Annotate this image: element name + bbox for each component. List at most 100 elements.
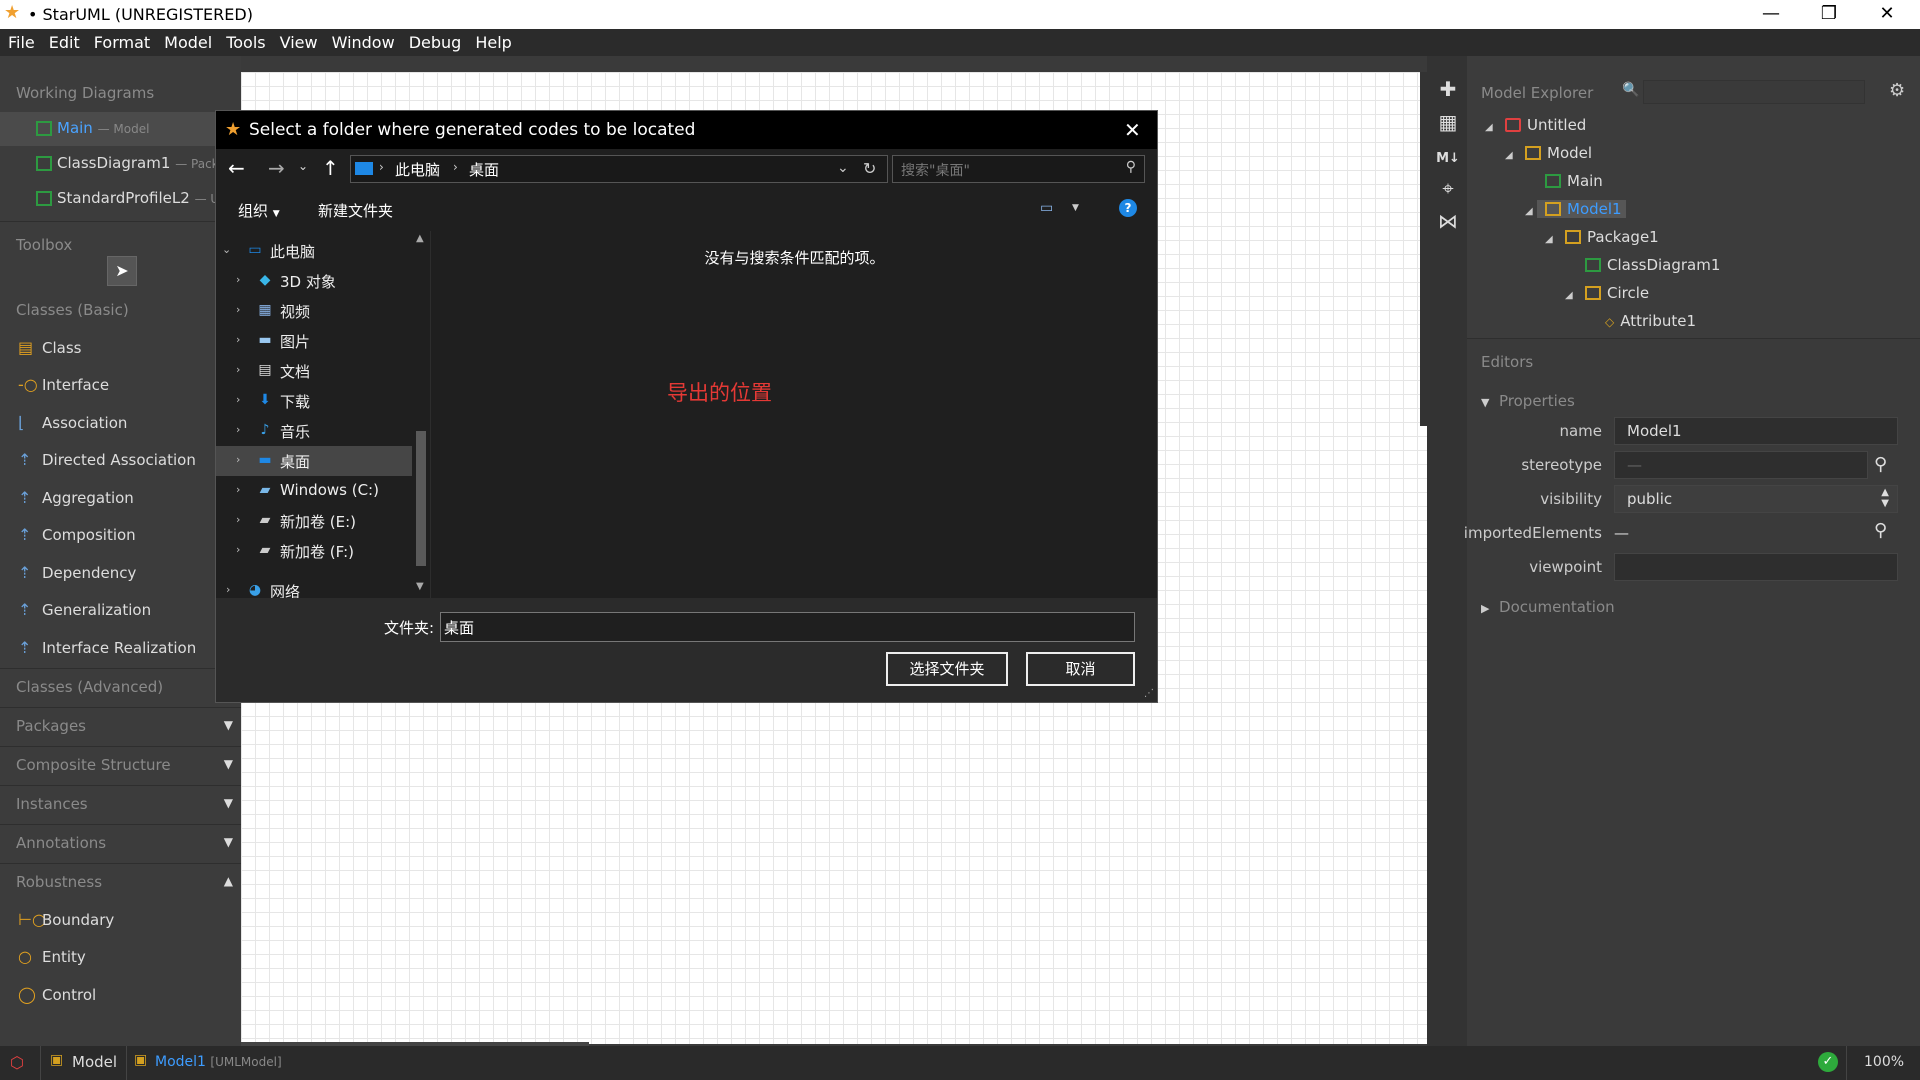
tree-item-circle[interactable]: ◢ Circle [1565, 284, 1649, 308]
nav-item-music[interactable]: › ♪ 音乐 [216, 416, 412, 446]
select-tool-button[interactable]: ➤ [107, 256, 137, 286]
navigation-scrollbar[interactable]: ▲ ▼ [412, 231, 430, 598]
tool-control[interactable]: ◯ Control [0, 977, 241, 1013]
breadcrumb-desktop[interactable]: 桌面 [469, 159, 499, 180]
nav-item-drive-f[interactable]: › ▰ 新加卷 (F:) [216, 536, 412, 566]
menu-tools[interactable]: Tools [220, 29, 271, 56]
tree-item-model[interactable]: ◢ Model [1505, 144, 1592, 168]
folder-content-pane[interactable]: 没有与搜索条件匹配的项。 导出的位置 [430, 231, 1157, 598]
view-options-icon[interactable]: ▭ [1040, 200, 1053, 216]
validation-ok-icon[interactable]: ✓ [1818, 1052, 1838, 1072]
nav-item-3d-objects[interactable]: › ◆ 3D 对象 [216, 266, 412, 296]
organize-button[interactable]: 组织 ▼ [238, 200, 280, 221]
menu-edit[interactable]: Edit [43, 29, 86, 56]
dialog-search-input[interactable]: 搜索"桌面" ⚲ [892, 155, 1145, 183]
share-button[interactable]: ⋈ [1435, 208, 1461, 234]
layout-button[interactable]: ▦ [1435, 109, 1461, 135]
tool-composition[interactable]: ⇡ Composition [0, 517, 241, 553]
menu-format[interactable]: Format [88, 29, 156, 56]
tree-item-main[interactable]: Main [1525, 172, 1603, 196]
tool-entity[interactable]: ○ Entity [0, 939, 241, 975]
zoom-level[interactable]: 100% [1864, 1054, 1904, 1070]
properties-section-toggle[interactable]: ▼ Properties [1481, 392, 1575, 410]
imported-search-icon[interactable]: ⚲ [1874, 520, 1887, 541]
category-composite-structure[interactable]: Composite Structure ▼ [0, 746, 241, 783]
scroll-up-icon[interactable]: ▲ [416, 233, 424, 244]
tool-interface-realization[interactable]: ⇡ Interface Realization [0, 630, 241, 666]
documentation-section-toggle[interactable]: ▶ Documentation [1481, 598, 1615, 616]
nav-item-pictures[interactable]: › ▬ 图片 [216, 326, 412, 356]
markdown-button[interactable]: M↓ [1435, 142, 1461, 168]
status-selected[interactable]: Model1 [UMLModel] [155, 1054, 282, 1070]
tree-item-classdiagram1[interactable]: ClassDiagram1 [1565, 256, 1720, 280]
tool-interface[interactable]: -○ Interface [0, 367, 241, 403]
category-packages[interactable]: Packages ▼ [0, 707, 241, 744]
refresh-icon[interactable]: ↻ [863, 159, 876, 178]
explorer-search-input[interactable] [1643, 80, 1865, 104]
viewpoint-field[interactable] [1614, 553, 1898, 581]
tree-item-untitled[interactable]: ◢ Untitled [1485, 116, 1586, 140]
tool-generalization[interactable]: ⇡ Generalization [0, 592, 241, 628]
dialog-close-icon[interactable]: ✕ [1124, 118, 1141, 142]
minimize-button[interactable]: — [1742, 0, 1800, 29]
select-folder-button[interactable]: 选择文件夹 [886, 652, 1008, 686]
category-classes-basic[interactable]: Classes (Basic) [0, 292, 241, 329]
tree-item-attribute1[interactable]: ◇ Attribute1 [1585, 312, 1696, 336]
restore-button[interactable]: ❐ [1800, 0, 1858, 29]
cancel-button[interactable]: 取消 [1026, 652, 1135, 686]
category-classes-advanced[interactable]: Classes (Advanced) [0, 668, 241, 705]
category-robustness[interactable]: Robustness ▲ [0, 863, 241, 900]
forward-arrow-icon[interactable]: → [268, 156, 285, 180]
help-icon[interactable]: ? [1119, 199, 1137, 217]
stereotype-field[interactable]: — [1614, 451, 1868, 479]
tool-dependency[interactable]: ⇡ Dependency [0, 555, 241, 591]
extensions-button[interactable]: ✚ [1435, 76, 1461, 102]
nav-item-drive-c[interactable]: › ▰ Windows (C:) [216, 476, 412, 506]
nav-item-videos[interactable]: › ▦ 视频 [216, 296, 412, 326]
menu-debug[interactable]: Debug [403, 29, 468, 56]
tool-class[interactable]: ▤ Class [0, 330, 241, 366]
folder-name-input[interactable]: 桌面 [440, 612, 1135, 642]
visibility-select[interactable]: public ▲ ▼ [1614, 485, 1898, 513]
tool-boundary[interactable]: ⊢○ Boundary [0, 902, 241, 938]
menu-view[interactable]: View [274, 29, 324, 56]
menu-file[interactable]: File [2, 29, 41, 56]
scroll-down-icon[interactable]: ▼ [416, 581, 424, 592]
nav-item-documents[interactable]: › ▤ 文档 [216, 356, 412, 386]
resize-grip-icon[interactable]: ⋰ [1144, 688, 1154, 699]
navigator-button[interactable]: ⌖ [1435, 175, 1461, 201]
tree-item-package1[interactable]: ◢ Package1 [1545, 228, 1659, 252]
stereotype-search-icon[interactable]: ⚲ [1874, 454, 1887, 475]
back-arrow-icon[interactable]: ← [228, 156, 245, 180]
tool-directed-association[interactable]: ⇡ Directed Association [0, 442, 241, 478]
gear-icon[interactable]: ⚙ [1889, 80, 1905, 101]
name-field[interactable]: Model1 [1614, 417, 1898, 445]
breadcrumb-pc[interactable]: 此电脑 [395, 159, 440, 180]
working-diagram-standardprofile[interactable]: StandardProfileL2 — UM [0, 182, 241, 216]
new-folder-button[interactable]: 新建文件夹 [318, 200, 393, 221]
class-icon: ▤ [18, 338, 34, 357]
menu-window[interactable]: Window [326, 29, 401, 56]
up-arrow-icon[interactable]: ↑ [322, 156, 339, 180]
menu-help[interactable]: Help [469, 29, 517, 56]
nav-item-drive-e[interactable]: › ▰ 新加卷 (E:) [216, 506, 412, 536]
category-instances[interactable]: Instances ▼ [0, 785, 241, 822]
nav-item-desktop[interactable]: › ▬ 桌面 [216, 446, 412, 476]
tree-item-model1[interactable]: ◢ Model1 [1525, 200, 1626, 224]
address-dropdown-icon[interactable]: ⌄ [837, 160, 849, 176]
view-options-caret-icon[interactable]: ▼ [1072, 203, 1079, 213]
nav-item-downloads[interactable]: › ⬇ 下载 [216, 386, 412, 416]
tool-association[interactable]: ⌊ Association [0, 405, 241, 441]
nav-item-pc[interactable]: ⌄ ▭ 此电脑 [216, 236, 412, 266]
recent-locations-chevron-icon[interactable]: ⌄ [298, 159, 308, 173]
category-annotations[interactable]: Annotations ▼ [0, 824, 241, 861]
tool-aggregation[interactable]: ⇡ Aggregation [0, 480, 241, 516]
working-diagram-classdiagram1[interactable]: ClassDiagram1 — Packag [0, 147, 241, 181]
close-window-button[interactable]: ✕ [1858, 0, 1916, 29]
address-bar[interactable]: › 此电脑 › 桌面 ⌄ ↻ [350, 155, 888, 183]
menu-model[interactable]: Model [158, 29, 218, 56]
working-diagram-main[interactable]: Main — Model [0, 112, 241, 146]
status-model-label[interactable]: Model [72, 1053, 117, 1071]
nav-item-network[interactable]: › ◕ 网络 [216, 576, 412, 598]
scroll-thumb[interactable] [416, 431, 426, 566]
